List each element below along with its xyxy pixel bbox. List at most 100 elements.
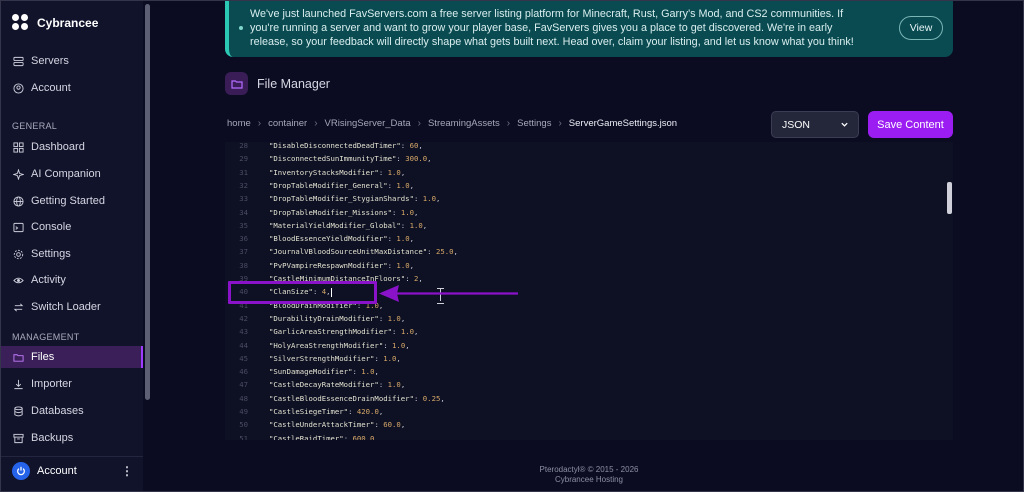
- json-comma: ,: [427, 154, 432, 164]
- json-comma: ,: [414, 327, 419, 337]
- mode-select-value: JSON: [782, 118, 811, 131]
- sidebar-item-ai-companion[interactable]: AI Companion: [0, 163, 143, 185]
- code-line[interactable]: 28 "DisableDisconnectedDeadTimer": 60,: [225, 142, 945, 152]
- breadcrumb-item[interactable]: VRisingServer_Data: [325, 118, 411, 129]
- code-line[interactable]: 33 "DropTableModifier_StygianShards": 1.0…: [225, 192, 945, 205]
- code-line[interactable]: 43 "GarlicAreaStrengthModifier": 1.0,: [225, 325, 945, 338]
- account-menu[interactable]: Account ⋮: [12, 461, 133, 481]
- code-line[interactable]: 32 "DropTableModifier_General": 1.0,: [225, 179, 945, 192]
- code-line[interactable]: 47 "CastleDecayRateModifier": 1.0,: [225, 378, 945, 391]
- dashboard-icon: [13, 141, 24, 153]
- breadcrumb-item[interactable]: home: [227, 118, 251, 129]
- sidebar-item-backups[interactable]: Backups: [0, 427, 143, 449]
- sidebar-item-importer[interactable]: Importer: [0, 373, 143, 395]
- code-text: "DropTableModifier_StygianShards": 1.0,: [269, 192, 440, 205]
- code-text: "DropTableModifier_Missions": 1.0,: [269, 206, 418, 219]
- breadcrumb-chevron-icon: ›: [558, 118, 562, 129]
- sidebar-item-switch-loader[interactable]: Switch Loader: [0, 296, 143, 318]
- json-colon: :: [400, 220, 410, 230]
- code-line[interactable]: 48 "CastleBloodEssenceDrainModifier": 0.2…: [225, 392, 945, 405]
- line-number: 50: [239, 420, 248, 430]
- code-line[interactable]: 46 "SunDamageModifier": 1.0,: [225, 365, 945, 378]
- json-key: "CastleDecayRateModifier": [269, 380, 379, 390]
- breadcrumb-chevron-icon: ›: [417, 118, 421, 129]
- breadcrumb-item[interactable]: container: [268, 118, 307, 129]
- json-comma: ,: [453, 247, 458, 257]
- code-line[interactable]: 35 "MaterialYieldModifier_Global": 1.0,: [225, 219, 945, 232]
- json-comma: ,: [414, 207, 419, 217]
- database-icon: [14, 405, 23, 416]
- line-number: 40: [239, 287, 248, 297]
- line-number: 28: [239, 142, 248, 150]
- save-content-button[interactable]: Save Content: [868, 111, 953, 138]
- globe-icon: [13, 195, 24, 207]
- json-comma: ,: [374, 433, 379, 440]
- json-colon: :: [392, 327, 401, 337]
- line-number: 41: [239, 300, 248, 310]
- json-value: 1.0: [387, 313, 401, 323]
- sidebar-item-label: AI Companion: [31, 168, 101, 180]
- code-line[interactable]: 51 "CastleRaidTimer": 600.0,: [225, 432, 945, 440]
- code-line[interactable]: 39 "CastleMinimumDistanceInFloors": 2,: [225, 272, 945, 285]
- brand-logo-icon: [12, 14, 30, 32]
- code-line[interactable]: 34 "DropTableModifier_Missions": 1.0,: [225, 206, 945, 219]
- sidebar-item-dashboard[interactable]: Dashboard: [0, 136, 143, 158]
- code-text: "DurabilityDrainModifier": 1.0,: [269, 312, 405, 325]
- code-line[interactable]: 31 "InventoryStacksModifier": 1.0,: [225, 166, 945, 179]
- sidebar-item-files[interactable]: Files: [0, 346, 143, 368]
- kebab-menu-icon[interactable]: ⋮: [121, 464, 133, 478]
- editor-scrollbar[interactable]: [947, 182, 952, 214]
- json-comma: ,: [422, 220, 428, 230]
- sidebar-item-activity[interactable]: Activity: [0, 269, 143, 291]
- code-line[interactable]: 38 "PvPVampireRespawnModifier": 1.0,: [225, 259, 945, 272]
- sidebar-item-databases[interactable]: Databases: [0, 400, 143, 422]
- brand[interactable]: Cybrancee: [12, 14, 98, 32]
- sidebar-item-label: Backups: [31, 432, 74, 444]
- code-line[interactable]: 42 "DurabilityDrainModifier": 1.0,: [225, 312, 945, 325]
- json-value: 1.0: [392, 340, 406, 350]
- announcement-banner: We've just launched FavServers.com a fre…: [225, 0, 953, 57]
- line-number: 49: [239, 407, 248, 416]
- line-number: 51: [239, 433, 248, 440]
- json-comma: ,: [400, 167, 406, 177]
- code-line[interactable]: 29 "DisconnectedSunImmunityTime": 300.0,: [225, 152, 945, 165]
- code-line[interactable]: 49 "CastleSiegeTimer": 420.0,: [225, 405, 945, 418]
- json-colon: :: [374, 420, 384, 430]
- json-colon: :: [352, 367, 362, 377]
- sidebar-item-label: Switch Loader: [31, 301, 101, 313]
- sidebar-item-servers[interactable]: Servers: [0, 50, 143, 72]
- line-number: 47: [239, 380, 248, 390]
- breadcrumb-item[interactable]: StreamingAssets: [428, 118, 500, 129]
- json-colon: :: [383, 340, 393, 350]
- sidebar-item-console[interactable]: Console: [0, 216, 143, 238]
- json-value: 1.0: [361, 367, 375, 377]
- code-line[interactable]: 40 "ClanSize": 4,: [225, 285, 945, 298]
- json-comma: ,: [405, 340, 410, 350]
- json-key: "CastleSiegeTimer": [269, 407, 349, 416]
- code-line[interactable]: 36 "BloodEssenceYieldModifier": 1.0,: [225, 232, 945, 245]
- banner-view-button[interactable]: View: [899, 16, 943, 40]
- code-text: "CastleSiegeTimer": 420.0,: [269, 405, 383, 418]
- sidebar-item-settings[interactable]: Settings: [0, 243, 143, 265]
- sidebar-item-label: Importer: [31, 378, 72, 390]
- json-comma: ,: [435, 194, 441, 204]
- code-line[interactable]: 44 "HolyAreaStrengthModifier": 1.0,: [225, 339, 945, 352]
- sidebar-item-getting-started[interactable]: Getting Started: [0, 190, 143, 212]
- code-line[interactable]: 37 "JournalVBloodSourceUnitMaxDistance": …: [225, 245, 945, 258]
- code-line[interactable]: 45 "SilverStrengthModifier": 1.0,: [225, 352, 945, 365]
- code-editor[interactable]: 28 "DisableDisconnectedDeadTimer": 60, 29 "…: [225, 142, 953, 440]
- mode-select[interactable]: JSON: [771, 111, 859, 138]
- gear-icon: [13, 249, 24, 259]
- json-value: 1.0: [383, 353, 397, 363]
- code-text: "CastleBloodEssenceDrainModifier": 0.25,: [269, 392, 445, 405]
- code-text: "HolyAreaStrengthModifier": 1.0,: [269, 339, 410, 352]
- sidebar-item-account[interactable]: Account: [0, 77, 143, 99]
- sparkle-icon: [13, 168, 24, 180]
- footer-copyright: Pterodactyl® © 2015 - 2026: [539, 465, 639, 474]
- sidebar-scrollbar[interactable]: [145, 4, 150, 400]
- code-text: "JournalVBloodSourceUnitMaxDistance": 25…: [269, 245, 458, 258]
- line-number: 44: [239, 340, 248, 350]
- breadcrumb-item[interactable]: Settings: [517, 118, 551, 129]
- code-line[interactable]: 50 "CastleUnderAttackTimer": 60.0,: [225, 418, 945, 431]
- code-line[interactable]: 41 "BloodDrainModifier": 1.0,: [225, 299, 945, 312]
